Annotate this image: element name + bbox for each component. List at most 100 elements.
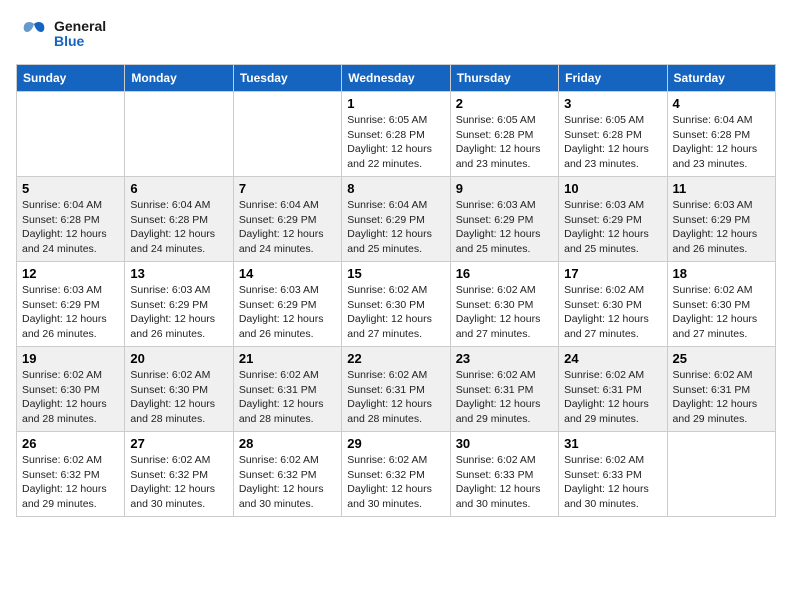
day-info: Sunrise: 6:04 AMSunset: 6:28 PMDaylight:…	[22, 198, 119, 257]
calendar-day-cell: 23Sunrise: 6:02 AMSunset: 6:31 PMDayligh…	[450, 347, 558, 432]
day-number: 4	[673, 96, 770, 111]
day-number: 6	[130, 181, 227, 196]
calendar-day-cell: 15 Sunrise: 6:02 AMSunset: 6:30 PMDayligh…	[342, 262, 450, 347]
calendar-day-cell	[667, 432, 775, 517]
day-number: 14	[239, 266, 336, 281]
calendar-week-row: 1Sunrise: 6:05 AMSunset: 6:28 PMDaylight…	[17, 92, 776, 177]
logo-bird-icon	[16, 16, 52, 52]
calendar-day-cell: 31 Sunrise: 6:02 AMSunset: 6:33 PMDayligh…	[559, 432, 667, 517]
logo-general: General	[54, 19, 106, 34]
day-info: Sunrise: 6:05 AMSunset: 6:28 PMDaylight:…	[347, 113, 444, 172]
calendar-day-cell: 26 Sunrise: 6:02 AMSunset: 6:32 PMDayligh…	[17, 432, 125, 517]
day-info: Sunrise: 6:04 AMSunset: 6:29 PMDaylight:…	[347, 198, 444, 257]
calendar-day-cell: 14 Sunrise: 6:03 AMSunset: 6:29 PMDayligh…	[233, 262, 341, 347]
day-info: Sunrise: 6:02 AMSunset: 6:33 PMDaylight:…	[456, 453, 553, 512]
day-info: Sunrise: 6:03 AMSunset: 6:29 PMDaylight:…	[239, 283, 336, 342]
day-number: 24	[564, 351, 661, 366]
calendar-day-cell: 21Sunrise: 6:02 AMSunset: 6:31 PMDayligh…	[233, 347, 341, 432]
day-info: Sunrise: 6:02 AMSunset: 6:32 PMDaylight:…	[22, 453, 119, 512]
day-number: 22	[347, 351, 444, 366]
day-number: 5	[22, 181, 119, 196]
day-number: 28	[239, 436, 336, 451]
day-info: Sunrise: 6:02 AMSunset: 6:31 PMDaylight:…	[673, 368, 770, 427]
day-info: Sunrise: 6:02 AMSunset: 6:30 PMDaylight:…	[564, 283, 661, 342]
calendar-day-cell: 20 Sunrise: 6:02 AMSunset: 6:30 PMDayligh…	[125, 347, 233, 432]
day-number: 15	[347, 266, 444, 281]
calendar-header-row: SundayMondayTuesdayWednesdayThursdayFrid…	[17, 65, 776, 92]
calendar-day-cell: 1Sunrise: 6:05 AMSunset: 6:28 PMDaylight…	[342, 92, 450, 177]
day-info: Sunrise: 6:02 AMSunset: 6:31 PMDaylight:…	[239, 368, 336, 427]
day-info: Sunrise: 6:04 AMSunset: 6:28 PMDaylight:…	[130, 198, 227, 257]
day-info: Sunrise: 6:02 AMSunset: 6:30 PMDaylight:…	[673, 283, 770, 342]
calendar-day-cell: 8 Sunrise: 6:04 AMSunset: 6:29 PMDaylight…	[342, 177, 450, 262]
day-info: Sunrise: 6:02 AMSunset: 6:30 PMDaylight:…	[347, 283, 444, 342]
day-number: 12	[22, 266, 119, 281]
day-info: Sunrise: 6:02 AMSunset: 6:32 PMDaylight:…	[347, 453, 444, 512]
day-info: Sunrise: 6:04 AMSunset: 6:28 PMDaylight:…	[673, 113, 770, 172]
day-number: 23	[456, 351, 553, 366]
day-number: 11	[673, 181, 770, 196]
calendar-day-cell	[125, 92, 233, 177]
weekday-header: Tuesday	[233, 65, 341, 92]
day-number: 20	[130, 351, 227, 366]
calendar-day-cell: 29 Sunrise: 6:02 AMSunset: 6:32 PMDayligh…	[342, 432, 450, 517]
day-info: Sunrise: 6:05 AMSunset: 6:28 PMDaylight:…	[564, 113, 661, 172]
day-number: 17	[564, 266, 661, 281]
calendar-week-row: 5 Sunrise: 6:04 AMSunset: 6:28 PMDaylight…	[17, 177, 776, 262]
day-number: 19	[22, 351, 119, 366]
calendar-day-cell	[17, 92, 125, 177]
day-info: Sunrise: 6:02 AMSunset: 6:33 PMDaylight:…	[564, 453, 661, 512]
day-number: 29	[347, 436, 444, 451]
calendar-day-cell: 17 Sunrise: 6:02 AMSunset: 6:30 PMDayligh…	[559, 262, 667, 347]
day-info: Sunrise: 6:02 AMSunset: 6:31 PMDaylight:…	[564, 368, 661, 427]
day-number: 3	[564, 96, 661, 111]
calendar-table: SundayMondayTuesdayWednesdayThursdayFrid…	[16, 64, 776, 517]
calendar-day-cell: 11 Sunrise: 6:03 AMSunset: 6:29 PMDayligh…	[667, 177, 775, 262]
day-number: 7	[239, 181, 336, 196]
weekday-header: Wednesday	[342, 65, 450, 92]
calendar-day-cell: 13Sunrise: 6:03 AMSunset: 6:29 PMDayligh…	[125, 262, 233, 347]
day-number: 31	[564, 436, 661, 451]
weekday-header: Thursday	[450, 65, 558, 92]
calendar-week-row: 19 Sunrise: 6:02 AMSunset: 6:30 PMDayligh…	[17, 347, 776, 432]
calendar-day-cell: 6 Sunrise: 6:04 AMSunset: 6:28 PMDaylight…	[125, 177, 233, 262]
day-info: Sunrise: 6:02 AMSunset: 6:30 PMDaylight:…	[130, 368, 227, 427]
weekday-header: Friday	[559, 65, 667, 92]
day-number: 13	[130, 266, 227, 281]
day-number: 16	[456, 266, 553, 281]
calendar-day-cell: 12Sunrise: 6:03 AMSunset: 6:29 PMDayligh…	[17, 262, 125, 347]
day-info: Sunrise: 6:02 AMSunset: 6:30 PMDaylight:…	[456, 283, 553, 342]
day-info: Sunrise: 6:02 AMSunset: 6:31 PMDaylight:…	[347, 368, 444, 427]
day-number: 2	[456, 96, 553, 111]
day-number: 25	[673, 351, 770, 366]
calendar-day-cell: 27 Sunrise: 6:02 AMSunset: 6:32 PMDayligh…	[125, 432, 233, 517]
day-number: 26	[22, 436, 119, 451]
day-info: Sunrise: 6:03 AMSunset: 6:29 PMDaylight:…	[456, 198, 553, 257]
day-info: Sunrise: 6:02 AMSunset: 6:30 PMDaylight:…	[22, 368, 119, 427]
day-number: 27	[130, 436, 227, 451]
day-number: 10	[564, 181, 661, 196]
day-info: Sunrise: 6:02 AMSunset: 6:32 PMDaylight:…	[239, 453, 336, 512]
calendar-day-cell: 4 Sunrise: 6:04 AMSunset: 6:28 PMDaylight…	[667, 92, 775, 177]
calendar-day-cell: 24 Sunrise: 6:02 AMSunset: 6:31 PMDayligh…	[559, 347, 667, 432]
weekday-header: Sunday	[17, 65, 125, 92]
calendar-day-cell: 28 Sunrise: 6:02 AMSunset: 6:32 PMDayligh…	[233, 432, 341, 517]
calendar-day-cell: 7Sunrise: 6:04 AMSunset: 6:29 PMDaylight…	[233, 177, 341, 262]
day-number: 9	[456, 181, 553, 196]
logo: General Blue	[16, 16, 106, 52]
day-number: 18	[673, 266, 770, 281]
calendar-week-row: 26 Sunrise: 6:02 AMSunset: 6:32 PMDayligh…	[17, 432, 776, 517]
weekday-header: Saturday	[667, 65, 775, 92]
calendar-day-cell: 5 Sunrise: 6:04 AMSunset: 6:28 PMDaylight…	[17, 177, 125, 262]
calendar-day-cell	[233, 92, 341, 177]
day-number: 8	[347, 181, 444, 196]
calendar-day-cell: 30Sunrise: 6:02 AMSunset: 6:33 PMDayligh…	[450, 432, 558, 517]
calendar-day-cell: 19 Sunrise: 6:02 AMSunset: 6:30 PMDayligh…	[17, 347, 125, 432]
day-info: Sunrise: 6:05 AMSunset: 6:28 PMDaylight:…	[456, 113, 553, 172]
calendar-day-cell: 22 Sunrise: 6:02 AMSunset: 6:31 PMDayligh…	[342, 347, 450, 432]
page-header: General Blue	[16, 16, 776, 52]
day-info: Sunrise: 6:02 AMSunset: 6:32 PMDaylight:…	[130, 453, 227, 512]
day-info: Sunrise: 6:03 AMSunset: 6:29 PMDaylight:…	[564, 198, 661, 257]
weekday-header: Monday	[125, 65, 233, 92]
day-info: Sunrise: 6:03 AMSunset: 6:29 PMDaylight:…	[673, 198, 770, 257]
